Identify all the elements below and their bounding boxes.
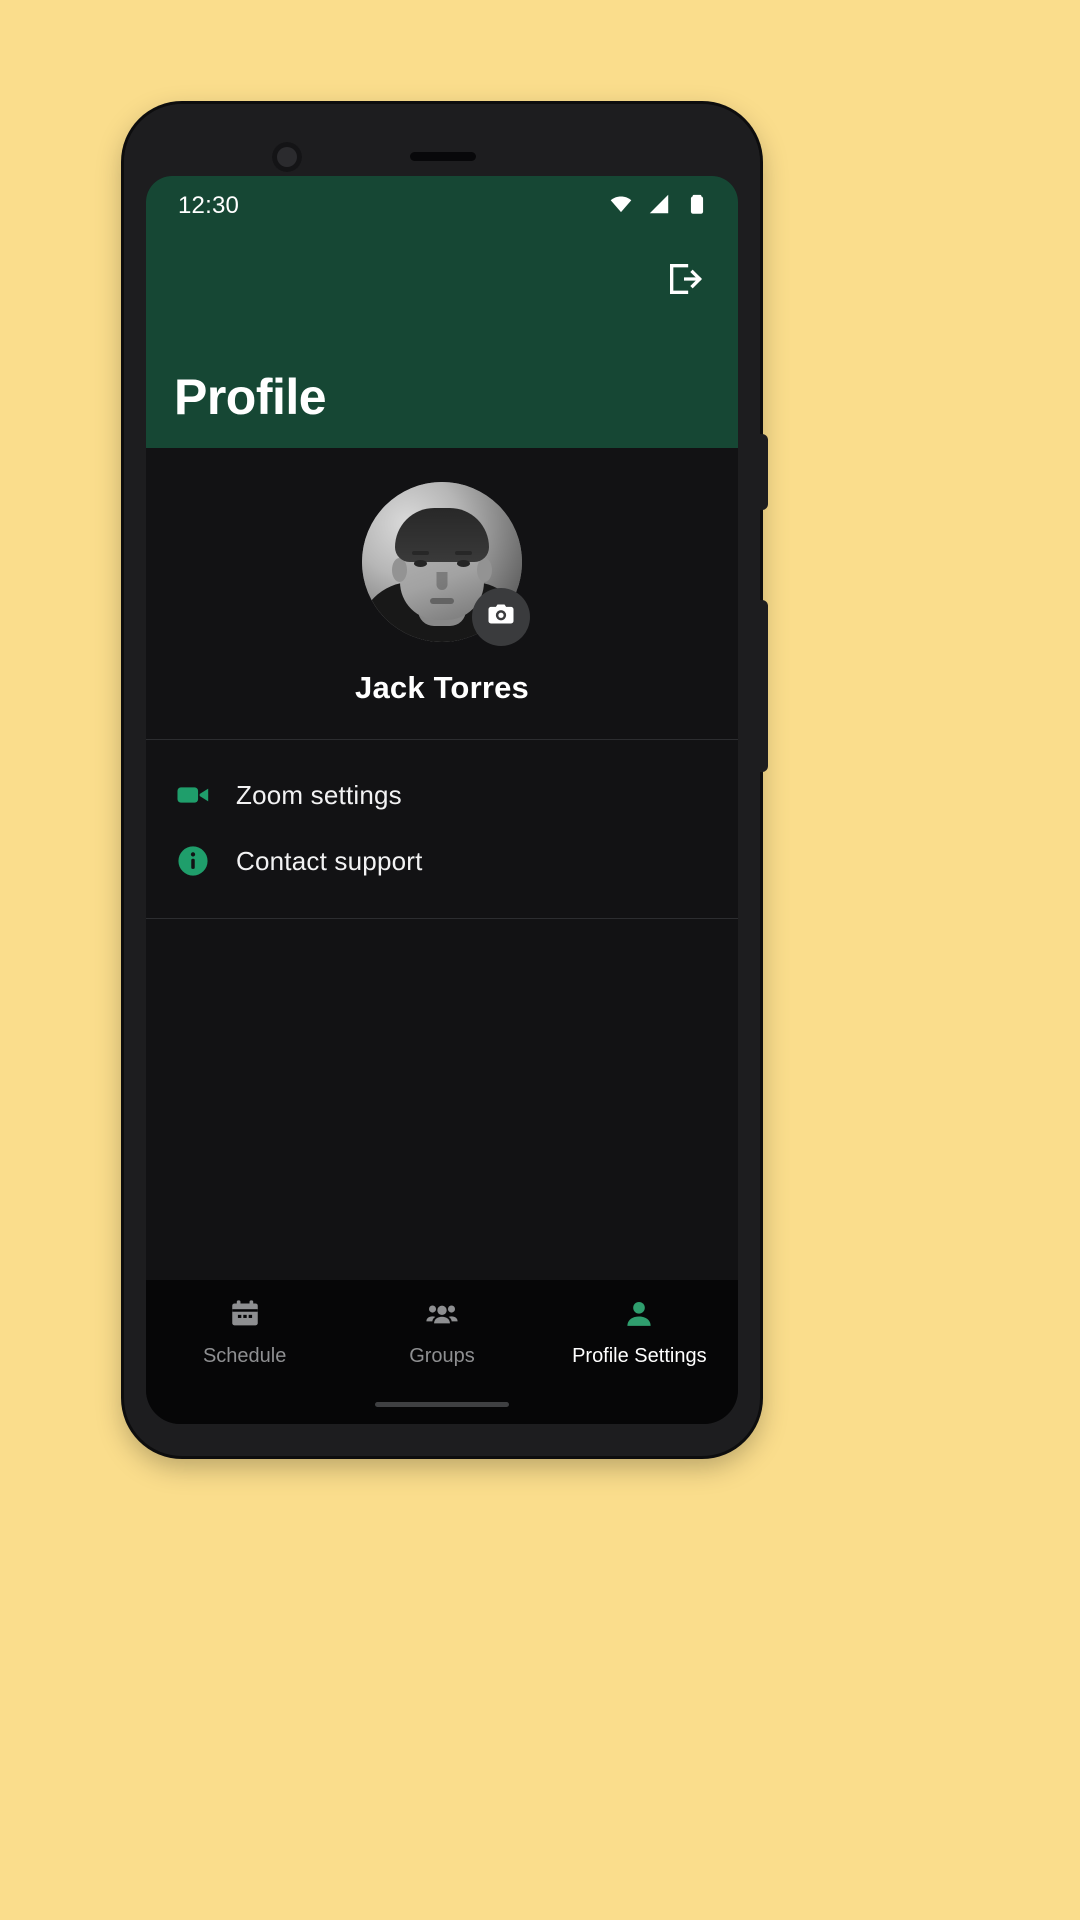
nav-item-label: Schedule [202, 1344, 287, 1367]
person-icon [622, 1297, 656, 1336]
phone-frame: 12:30 Profile Jack Torres Zoom settings … [124, 104, 768, 1456]
camera-icon [486, 599, 516, 634]
battery-icon [684, 191, 710, 222]
logout-button[interactable] [656, 252, 712, 308]
nav-item-groups[interactable]: Groups [343, 1297, 540, 1368]
change-photo-button[interactable] [472, 587, 530, 646]
people-icon [425, 1297, 459, 1336]
content-empty-area [146, 919, 738, 1280]
earpiece-speaker [410, 152, 476, 161]
avatar-container [362, 481, 530, 646]
video-camera-icon [174, 776, 220, 814]
phone-top-bezel [124, 104, 760, 176]
status-time: 12:30 [178, 192, 240, 219]
page-root: 12:30 Profile Jack Torres Zoom settings … [0, 0, 1080, 1920]
profile-menu-list: Zoom settings Contact support [146, 740, 738, 919]
logout-icon [664, 259, 704, 302]
menu-item-label: Contact support [236, 845, 423, 876]
app-header: 12:30 Profile [146, 176, 738, 448]
menu-item-label: Zoom settings [236, 779, 402, 810]
phone-side-button-top[interactable] [756, 434, 768, 510]
menu-item-contact-support[interactable]: Contact support [146, 828, 738, 894]
nav-item-label: Groups [409, 1344, 475, 1367]
profile-summary: Jack Torres [146, 448, 738, 740]
menu-item-zoom-settings[interactable]: Zoom settings [146, 762, 738, 828]
phone-screen: 12:30 Profile Jack Torres Zoom settings … [146, 176, 738, 1424]
info-circle-icon [174, 842, 220, 880]
page-title: Profile [174, 369, 327, 425]
bottom-navigation: Schedule Groups Profile Settings [146, 1280, 738, 1384]
phone-side-button-bottom[interactable] [756, 600, 768, 772]
header-action-group [146, 236, 738, 308]
cellular-signal-icon [646, 191, 672, 222]
wifi-icon [608, 191, 634, 222]
nav-item-schedule[interactable]: Schedule [146, 1297, 343, 1368]
user-name: Jack Torres [355, 669, 529, 705]
front-camera-icon [272, 142, 302, 172]
status-icon-group [608, 191, 710, 222]
nav-item-label: Profile Settings [572, 1344, 707, 1367]
home-indicator-area [146, 1384, 738, 1424]
status-bar: 12:30 [146, 176, 738, 236]
calendar-icon [228, 1297, 262, 1336]
nav-item-profile-settings[interactable]: Profile Settings [541, 1297, 738, 1368]
home-indicator[interactable] [375, 1401, 509, 1407]
